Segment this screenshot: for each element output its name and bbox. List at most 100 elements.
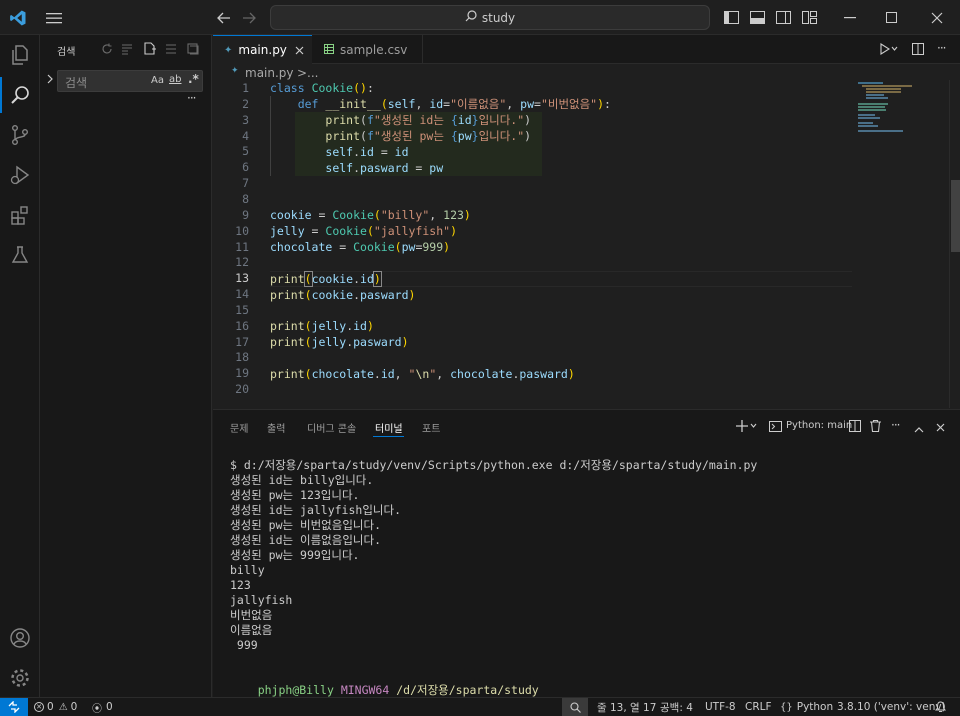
toggle-panel-icon[interactable]	[747, 0, 767, 35]
line-number: 12	[235, 255, 249, 270]
line-number: 3	[242, 112, 249, 127]
new-search-editor-icon[interactable]	[143, 42, 156, 58]
panel-tab-terminal[interactable]: 터미널	[375, 410, 403, 444]
terminal-panel: 문제 출력 디버그 콘솔 터미널 포트 Python: main ··· $ d…	[213, 409, 960, 712]
python-interpreter[interactable]: 3.8.10 ('venv': venv)	[837, 698, 946, 716]
terminal-line: billy	[230, 563, 265, 577]
terminal-line: 생성된 id는 이름없음입니다.	[230, 533, 381, 547]
code-line-5: self.id = id	[325, 145, 409, 159]
command-center-search[interactable]: study	[270, 5, 710, 30]
editor-scrollbar[interactable]	[949, 80, 960, 408]
zoom-icon	[569, 701, 581, 713]
remote-indicator[interactable]	[0, 698, 28, 716]
breadcrumb-symbols[interactable]: ...	[307, 66, 318, 80]
refresh-icon[interactable]	[101, 43, 113, 58]
csv-file-icon	[324, 43, 334, 57]
view-as-tree-icon[interactable]	[187, 43, 199, 58]
run-debug-icon[interactable]	[0, 155, 40, 195]
line-number: 20	[235, 382, 249, 397]
more-actions-icon[interactable]: ···	[937, 41, 947, 55]
panel-tab-output[interactable]: 출력	[267, 410, 285, 444]
explorer-icon[interactable]	[0, 35, 40, 75]
settings-gear-icon[interactable]	[0, 658, 40, 698]
line-number: 17	[235, 334, 249, 349]
close-panel-icon[interactable]	[936, 421, 945, 435]
customize-layout-icon[interactable]	[799, 0, 819, 35]
forward-arrow-icon[interactable]	[237, 0, 261, 35]
terminal-line: 생성된 id는 billy입니다.	[230, 473, 374, 487]
close-window-icon[interactable]	[914, 0, 960, 35]
indentation[interactable]: 공백: 4	[660, 698, 693, 716]
sidebar-title: 검색	[57, 47, 76, 58]
terminal-name[interactable]: Python: main	[786, 420, 852, 431]
toggle-replace-chevron-icon[interactable]	[46, 73, 54, 87]
terminal-line: 생성된 pw는 비번없음입니다.	[230, 518, 381, 532]
minimap[interactable]	[858, 80, 948, 140]
terminal-line: 123	[230, 578, 251, 592]
back-arrow-icon[interactable]	[212, 0, 236, 35]
cursor-position[interactable]: 줄 13, 열 17	[597, 698, 656, 716]
split-terminal-icon[interactable]	[849, 420, 861, 435]
menu-icon[interactable]	[42, 0, 66, 35]
ports-indicator[interactable]: ⦿ 0	[92, 698, 113, 716]
account-icon[interactable]	[0, 618, 40, 658]
collapse-all-icon[interactable]	[165, 43, 177, 58]
match-case-icon[interactable]: Aa	[151, 75, 164, 86]
notifications-bell-icon[interactable]	[935, 698, 946, 716]
terminal-line: $ d:/저장용/sparta/study/venv/Scripts/pytho…	[230, 458, 758, 472]
problems-indicator[interactable]: ✕ 0 ⚠ 0	[34, 698, 77, 716]
code-line-17: print(jelly.pasward)	[270, 335, 409, 349]
whole-word-icon[interactable]: ab	[169, 74, 181, 85]
more-options-icon[interactable]: ···	[187, 91, 197, 105]
maximize-icon[interactable]	[868, 0, 914, 35]
panel-more-icon[interactable]: ···	[891, 418, 901, 432]
terminal-line: 생성된 pw는 123입니다.	[230, 488, 360, 502]
panel-tab-debug-console[interactable]: 디버그 콘솔	[307, 410, 356, 444]
line-number: 19	[235, 366, 249, 381]
toggle-primary-sidebar-icon[interactable]	[721, 0, 741, 35]
zoom-search-indicator[interactable]	[562, 698, 588, 716]
warning-icon: ⚠	[58, 701, 68, 713]
run-python-file-icon[interactable]	[880, 43, 898, 58]
testing-flask-icon[interactable]	[0, 235, 40, 275]
new-terminal-icon[interactable]	[736, 420, 758, 435]
maximize-panel-chevron-icon[interactable]	[914, 422, 924, 436]
line-number: 1	[242, 81, 249, 95]
code-line-19: print(chocolate.id, "\n", chocolate.pasw…	[270, 367, 575, 381]
language-mode[interactable]: {} Python	[780, 698, 833, 716]
clear-results-icon[interactable]	[121, 43, 133, 58]
search-icon[interactable]	[0, 75, 40, 115]
code-editor[interactable]: 1 2 3 4 5 6 7 8 9 10 11 12 13 14 15 16 17 18 19 20 class Co…	[213, 80, 960, 408]
panel-tab-problems[interactable]: 문제	[230, 410, 248, 444]
regex-icon[interactable]: .*	[188, 72, 199, 86]
kill-terminal-trash-icon[interactable]	[870, 419, 881, 435]
code-line-14: print(cookie.pasward)	[270, 288, 416, 302]
close-tab-icon[interactable]	[295, 44, 304, 58]
tab-main-py[interactable]: ✦ main.py	[213, 35, 312, 64]
breadcrumb-file[interactable]: main.py	[245, 66, 294, 80]
panel-tab-ports[interactable]: 포트	[422, 410, 440, 444]
split-editor-icon[interactable]	[912, 43, 924, 58]
encoding[interactable]: UTF-8	[705, 698, 736, 716]
line-number: 7	[242, 176, 249, 191]
breadcrumb-separator: >	[297, 66, 308, 80]
prompt-env: MINGW64	[340, 683, 390, 697]
search-icon	[465, 10, 477, 25]
end-of-line[interactable]: CRLF	[745, 698, 772, 716]
error-icon: ✕	[34, 702, 44, 712]
search-input[interactable]: 검색 Aa ab .*	[57, 70, 203, 92]
warning-count: 0	[70, 701, 78, 713]
status-bar: ✕ 0 ⚠ 0 ⦿ 0 줄 13, 열 17 공백: 4 UTF-8 CRLF …	[0, 697, 960, 716]
source-control-icon[interactable]	[0, 115, 40, 155]
extensions-icon[interactable]	[0, 195, 40, 235]
code-line-10: jelly = Cookie("jallyfish")	[270, 224, 457, 238]
tab-sample-csv[interactable]: sample.csv	[313, 35, 423, 64]
minimize-icon[interactable]	[827, 0, 873, 35]
toggle-secondary-sidebar-icon[interactable]	[773, 0, 793, 35]
line-number: 8	[242, 191, 249, 206]
search-sidebar: 검색 검색 Aa ab .* ···	[40, 35, 212, 697]
line-number: 6	[242, 160, 249, 175]
code-line-13: print(cookie.id)	[270, 271, 382, 287]
line-number: 11	[235, 239, 249, 254]
tab-label: main.py	[238, 43, 287, 57]
